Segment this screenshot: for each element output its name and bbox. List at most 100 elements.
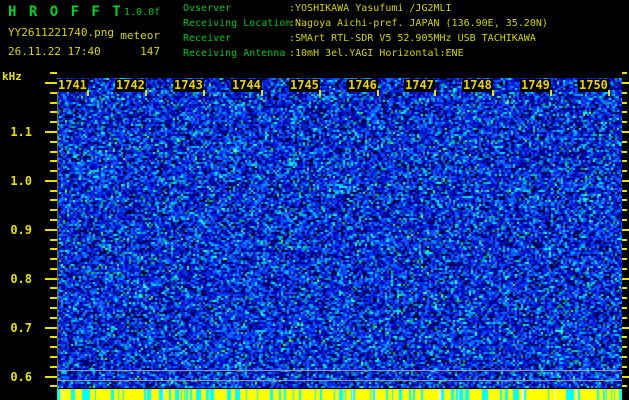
y-minor-tick [622,111,627,113]
y-minor-tick [622,151,627,153]
y-minor-tick [622,72,627,74]
info-row-value: :10mH 3el.YAGI Horizontal:ENE [289,48,464,59]
y-minor-tick [622,248,627,250]
x-minute-tick [492,90,494,96]
x-axis-label: 1746 [347,78,378,92]
x-axis-label: 1750 [578,78,609,92]
hrofft-window: H R O F F T 1.0.0f YY2611221740.png mete… [0,0,629,400]
info-row-value: :YOSHIKAWA Yasufumi /JG2MLI [289,3,452,14]
x-axis-label: 1742 [115,78,146,92]
y-axis-unit-label: kHz [2,70,22,83]
y-minor-tick [50,151,57,153]
y-minor-tick [622,307,627,309]
y-major-tick [45,376,57,378]
y-minor-tick [50,190,57,192]
y-minor-tick [50,111,57,113]
y-minor-tick [50,92,57,94]
y-major-tick [45,327,57,329]
y-minor-tick [50,366,57,368]
station-info-block: Ovserver :YOSHIKAWA Yasufumi /JG2MLI Recei… [0,0,629,65]
y-major-tick [45,278,57,280]
y-minor-tick [622,92,627,94]
y-minor-tick [50,258,57,260]
x-minute-tick [261,90,263,96]
x-axis-label: 1741 [57,78,88,92]
y-minor-tick [622,287,627,289]
y-minor-tick [622,209,627,211]
y-minor-tick [622,102,627,104]
y-minor-tick [50,268,57,270]
y-major-tick [622,131,629,133]
spectrogram-canvas [57,78,622,388]
x-axis-label: 1748 [462,78,493,92]
y-axis-label: 0.7 [10,321,32,335]
y-major-tick [622,82,629,84]
y-minor-tick [622,258,627,260]
x-minute-tick [203,90,205,96]
x-axis-label: 1745 [289,78,320,92]
y-minor-tick [622,170,627,172]
y-minor-tick [50,317,57,319]
y-minor-tick [50,385,57,387]
y-minor-tick [622,199,627,201]
y-minor-tick [50,219,57,221]
y-minor-tick [50,72,57,74]
y-minor-tick [50,160,57,162]
x-minute-tick [319,90,321,96]
y-minor-tick [50,141,57,143]
y-minor-tick [622,346,627,348]
y-minor-tick [50,287,57,289]
x-minute-tick [145,90,147,96]
y-major-tick [45,229,57,231]
y-minor-tick [622,219,627,221]
y-minor-tick [622,317,627,319]
info-row-value: :SMArt RTL-SDR V5 52.905MHz USB TACHIKAW… [289,33,536,44]
x-axis-label: 1743 [173,78,204,92]
y-minor-tick [50,248,57,250]
y-minor-tick [622,268,627,270]
y-major-tick [622,180,629,182]
y-minor-tick [50,102,57,104]
y-minor-tick [622,190,627,192]
y-major-tick [622,376,629,378]
x-minute-tick [87,90,89,96]
y-minor-tick [50,170,57,172]
y-major-tick [45,82,57,84]
y-minor-tick [622,160,627,162]
y-minor-tick [50,121,57,123]
y-minor-tick [622,297,627,299]
info-row-label: Receiver [183,33,232,44]
y-minor-tick [50,199,57,201]
info-row-label: Receiving Location [183,18,292,29]
y-major-tick [622,278,629,280]
carrier-line [57,370,622,371]
x-minute-tick [434,90,436,96]
y-minor-tick [50,297,57,299]
y-minor-tick [50,307,57,309]
x-axis-label: 1744 [231,78,262,92]
x-minute-tick [550,90,552,96]
y-major-tick [622,327,629,329]
x-minute-tick [377,90,379,96]
info-row-label: Receiving Antenna [183,48,286,59]
y-minor-tick [622,366,627,368]
y-minor-tick [50,356,57,358]
y-axis-label: 0.9 [10,223,32,237]
y-major-tick [622,229,629,231]
y-minor-tick [622,336,627,338]
y-minor-tick [50,336,57,338]
y-axis-label: 1.1 [10,125,32,139]
y-axis-label: 0.6 [10,370,32,384]
y-axis-line [57,78,58,389]
y-minor-tick [622,385,627,387]
y-major-tick [45,180,57,182]
x-axis-label: 1747 [404,78,435,92]
y-minor-tick [622,356,627,358]
x-axis-label: 1749 [520,78,551,92]
y-minor-tick [50,346,57,348]
y-minor-tick [50,239,57,241]
info-row-label: Ovserver [183,3,232,14]
y-major-tick [45,131,57,133]
carrier-line [57,380,622,381]
info-row-value: :Nagoya Aichi-pref. JAPAN (136.90E, 35.2… [289,18,548,29]
